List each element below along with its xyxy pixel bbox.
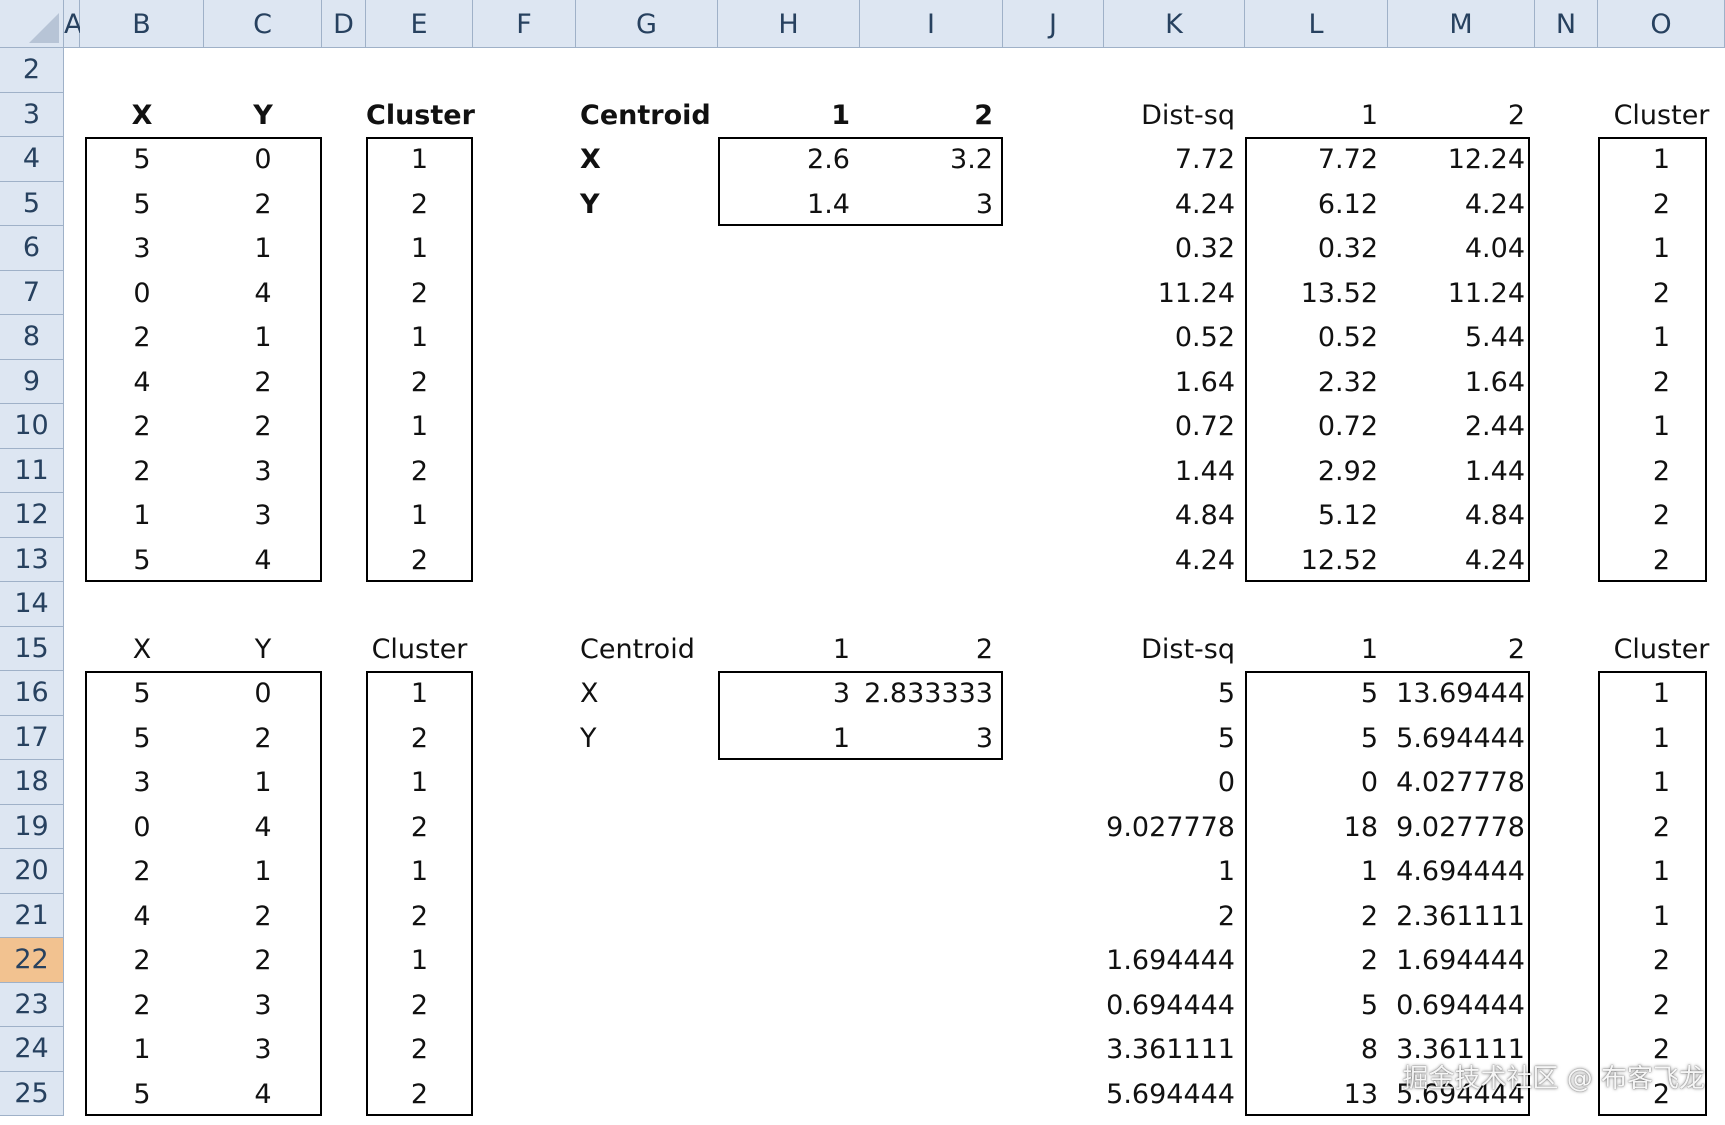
block1-header-y[interactable]: Y <box>204 93 322 138</box>
block1-points-border <box>85 137 322 582</box>
block1-dist-min[interactable]: 11.24 <box>1104 271 1235 316</box>
block2-dist-min[interactable]: 1.694444 <box>1104 938 1235 983</box>
column-header-f[interactable]: F <box>473 0 576 48</box>
block1-dist-header-2[interactable]: 2 <box>1388 93 1525 138</box>
column-header-e[interactable]: E <box>366 0 473 48</box>
block2-dist-min[interactable]: 9.027778 <box>1104 805 1235 850</box>
block1-dist-min[interactable]: 4.24 <box>1104 538 1235 583</box>
column-header-k[interactable]: K <box>1104 0 1245 48</box>
row-header-4[interactable]: 4 <box>0 137 64 182</box>
row-header-19[interactable]: 19 <box>0 804 64 849</box>
block2-dist-header-2[interactable]: 2 <box>1388 627 1525 672</box>
block1-dist-label[interactable]: Dist-sq <box>1104 93 1235 138</box>
block2-dist-min[interactable]: 5.694444 <box>1104 1072 1235 1117</box>
row-header-23[interactable]: 23 <box>0 982 64 1027</box>
row-header-22[interactable]: 22 <box>0 938 64 983</box>
row-header-18[interactable]: 18 <box>0 760 64 805</box>
row-header-10[interactable]: 10 <box>0 404 64 449</box>
block1-dist-min[interactable]: 1.44 <box>1104 449 1235 494</box>
row-header-14[interactable]: 14 <box>0 582 64 627</box>
block2-centroid-x-label[interactable]: X <box>580 671 712 716</box>
row-header-9[interactable]: 9 <box>0 359 64 404</box>
block2-centroid-border <box>718 671 1003 760</box>
block1-dist-border <box>1245 137 1530 582</box>
row-header-13[interactable]: 13 <box>0 537 64 582</box>
block2-assigned-border <box>1598 671 1707 1116</box>
column-header-a[interactable]: A <box>64 0 82 48</box>
column-header-l[interactable]: L <box>1245 0 1388 48</box>
block2-centroid-header-1[interactable]: 1 <box>718 627 850 672</box>
row-header-12[interactable]: 12 <box>0 493 64 538</box>
row-header-2[interactable]: 2 <box>0 48 64 93</box>
block1-assigned-header[interactable]: Cluster <box>1598 93 1725 138</box>
block1-assigned-border <box>1598 137 1707 582</box>
row-header-15[interactable]: 15 <box>0 626 64 671</box>
block1-dist-min[interactable]: 0.52 <box>1104 315 1235 360</box>
block1-dist-min[interactable]: 7.72 <box>1104 137 1235 182</box>
select-all-triangle-icon <box>29 13 59 43</box>
block2-dist-min[interactable]: 0.694444 <box>1104 983 1235 1028</box>
row-header-11[interactable]: 11 <box>0 448 64 493</box>
row-header-5[interactable]: 5 <box>0 181 64 226</box>
row-header-16[interactable]: 16 <box>0 671 64 716</box>
block1-header-cluster[interactable]: Cluster <box>366 93 475 138</box>
row-header-24[interactable]: 24 <box>0 1027 64 1072</box>
block1-dist-min[interactable]: 4.84 <box>1104 493 1235 538</box>
column-header-d[interactable]: D <box>322 0 366 48</box>
block2-dist-min[interactable]: 5 <box>1104 671 1235 716</box>
block2-dist-min[interactable]: 3.361111 <box>1104 1027 1235 1072</box>
block2-cluster-border <box>366 671 473 1116</box>
block1-centroid-header-1[interactable]: 1 <box>718 93 850 138</box>
block2-dist-header-1[interactable]: 1 <box>1245 627 1378 672</box>
block1-dist-min[interactable]: 0.32 <box>1104 226 1235 271</box>
column-header-j[interactable]: J <box>1003 0 1104 48</box>
block2-header-cluster[interactable]: Cluster <box>366 627 473 672</box>
block2-assigned-header[interactable]: Cluster <box>1598 627 1725 672</box>
column-header-c[interactable]: C <box>204 0 322 48</box>
block1-dist-header-1[interactable]: 1 <box>1245 93 1378 138</box>
block2-dist-min[interactable]: 2 <box>1104 894 1235 939</box>
block1-centroid-label[interactable]: Centroid <box>580 93 712 138</box>
block1-dist-min[interactable]: 1.64 <box>1104 360 1235 405</box>
block2-dist-label[interactable]: Dist-sq <box>1104 627 1235 672</box>
column-header-n[interactable]: N <box>1535 0 1598 48</box>
column-header-b[interactable]: B <box>80 0 204 48</box>
select-all-corner[interactable] <box>0 0 64 48</box>
watermark-text: 掘金技术社区 @ 布客飞龙 <box>1402 1064 1705 1094</box>
row-header-6[interactable]: 6 <box>0 226 64 271</box>
block1-centroid-x-label[interactable]: X <box>580 137 712 182</box>
block2-header-y[interactable]: Y <box>204 627 322 672</box>
block2-dist-border <box>1245 671 1530 1116</box>
column-header-m[interactable]: M <box>1388 0 1535 48</box>
block1-cluster-border <box>366 137 473 582</box>
row-header-8[interactable]: 8 <box>0 315 64 360</box>
block1-header-x[interactable]: X <box>80 93 204 138</box>
block2-dist-min[interactable]: 0 <box>1104 760 1235 805</box>
row-header-20[interactable]: 20 <box>0 849 64 894</box>
row-header-17[interactable]: 17 <box>0 715 64 760</box>
row-header-21[interactable]: 21 <box>0 893 64 938</box>
row-header-7[interactable]: 7 <box>0 270 64 315</box>
block1-centroid-y-label[interactable]: Y <box>580 182 712 227</box>
row-header-3[interactable]: 3 <box>0 92 64 137</box>
block2-centroid-y-label[interactable]: Y <box>580 716 712 761</box>
column-header-h[interactable]: H <box>718 0 860 48</box>
block2-centroid-label[interactable]: Centroid <box>580 627 712 672</box>
block1-dist-min[interactable]: 0.72 <box>1104 404 1235 449</box>
column-header-o[interactable]: O <box>1598 0 1725 48</box>
block2-dist-min[interactable]: 1 <box>1104 849 1235 894</box>
block1-centroid-border <box>718 137 1003 226</box>
block2-header-x[interactable]: X <box>80 627 204 672</box>
column-header-g[interactable]: G <box>576 0 718 48</box>
block2-points-border <box>85 671 322 1116</box>
block2-centroid-header-2[interactable]: 2 <box>860 627 993 672</box>
block1-dist-min[interactable]: 4.24 <box>1104 182 1235 227</box>
block2-dist-min[interactable]: 5 <box>1104 716 1235 761</box>
column-header-i[interactable]: I <box>860 0 1003 48</box>
row-header-25[interactable]: 25 <box>0 1071 64 1116</box>
block1-centroid-header-2[interactable]: 2 <box>860 93 993 138</box>
